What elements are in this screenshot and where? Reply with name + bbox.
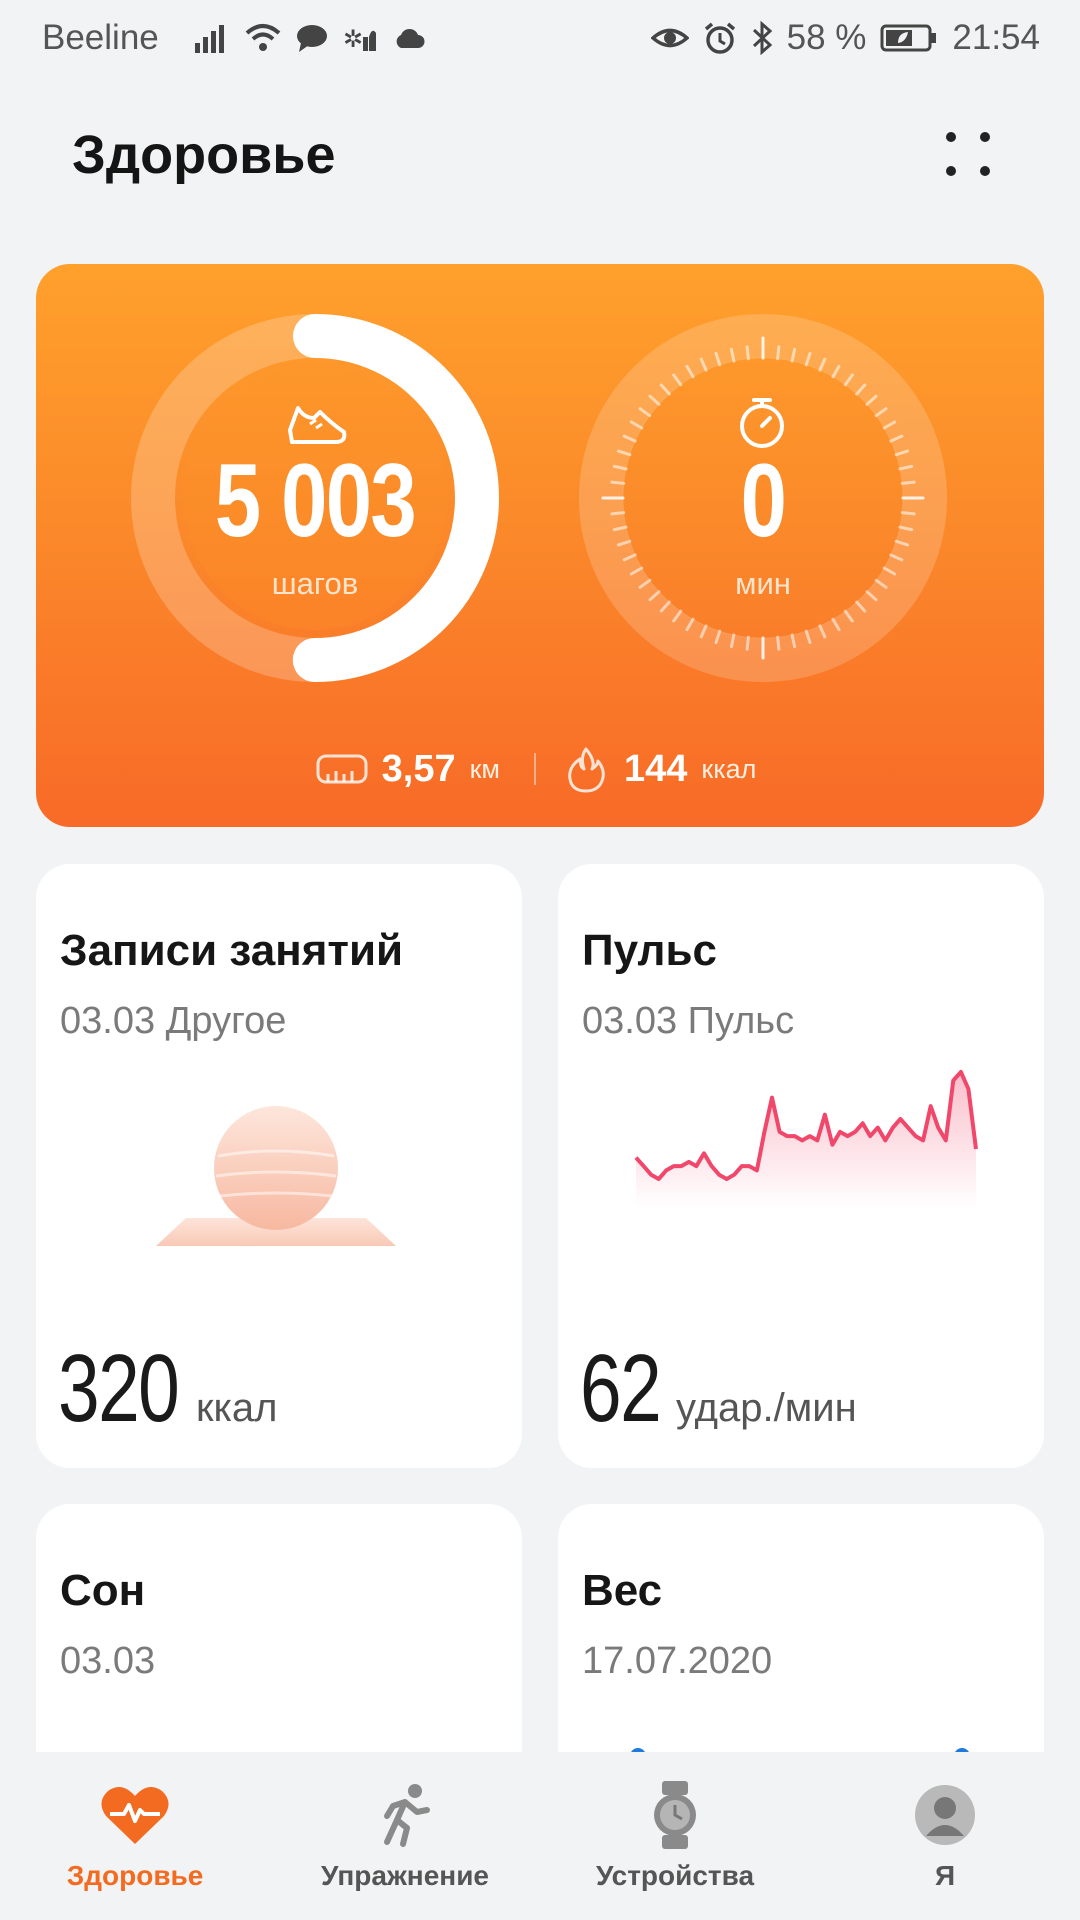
carrier-label: Beeline	[42, 18, 159, 57]
card-value: 62	[580, 1335, 662, 1442]
steps-value: 5 003	[214, 443, 417, 559]
calories-unit: ккал	[701, 753, 757, 784]
nav-label: Здоровье	[66, 1860, 204, 1891]
flame-icon	[568, 747, 605, 793]
steps-unit: шагов	[271, 566, 359, 601]
eye-icon	[650, 23, 689, 53]
more-options-button[interactable]	[938, 130, 998, 190]
heart-rate-card[interactable]: Пульс 03.03 Пульс 62 удар./мин	[558, 864, 1044, 1468]
card-subtitle: 03.03	[60, 1640, 156, 1682]
clock-time: 21:54	[952, 18, 1040, 57]
message-icon	[295, 23, 329, 53]
running-person-icon	[370, 1780, 440, 1850]
bottom-navigation: Здоровье Упражнение Устройства Я	[0, 1752, 1080, 1920]
nav-item-health[interactable]: Здоровье	[0, 1752, 270, 1920]
alarm-icon	[703, 21, 737, 55]
battery-icon	[880, 23, 938, 53]
wifi-icon	[245, 23, 281, 53]
smartwatch-icon	[640, 1780, 710, 1850]
nav-item-exercise[interactable]: Упражнение	[270, 1752, 540, 1920]
profile-avatar-icon	[910, 1780, 980, 1850]
dial-tick	[776, 635, 781, 651]
card-subtitle: 03.03 Пульс	[582, 1000, 795, 1042]
nav-item-devices[interactable]: Устройства	[540, 1752, 810, 1920]
distance-unit: км	[469, 753, 500, 784]
card-title: Пульс	[582, 926, 717, 975]
card-unit: удар./мин	[676, 1386, 857, 1430]
battery-percent: 58 %	[786, 18, 867, 57]
card-unit: ккал	[196, 1386, 278, 1430]
signal-icon	[194, 23, 231, 53]
dial-tick	[900, 480, 916, 485]
dial-tick	[776, 345, 781, 361]
card-title: Сон	[60, 1566, 146, 1615]
card-subtitle: 17.07.2020	[582, 1640, 773, 1682]
card-title: Вес	[582, 1566, 663, 1615]
dial-tick	[610, 480, 626, 485]
bluetooth-icon	[751, 21, 773, 55]
nav-label: Упражнение	[321, 1860, 489, 1891]
page-title: Здоровье	[72, 125, 336, 185]
ruler-icon	[316, 754, 368, 784]
active-minutes-value: 0	[740, 443, 787, 559]
active-minutes-unit: мин	[735, 566, 791, 601]
workout-records-card[interactable]: Записи занятий 03.03 Другое 320 ккал	[36, 864, 522, 1468]
activity-summary-card[interactable]: 5 003 шагов 0 мин 3,57 км 144 ккал	[36, 264, 1044, 827]
svg-text:✲: ✲	[343, 25, 363, 53]
dial-tick	[900, 511, 916, 516]
card-subtitle: 03.03 Другое	[60, 1000, 287, 1042]
activity-stats-row: 3,57 км 144 ккал	[36, 734, 1044, 804]
app-notification-icon: ✲	[343, 23, 379, 53]
stats-divider	[533, 753, 536, 785]
dial-tick	[610, 511, 626, 516]
calories-value: 144	[623, 747, 688, 790]
status-bar: Beeline ✲ 58 % 21:54	[0, 0, 1080, 76]
exercise-ball-illustration	[156, 1106, 396, 1246]
heart-pulse-icon	[100, 1780, 170, 1850]
nav-label: Я	[934, 1860, 956, 1891]
nav-item-me[interactable]: Я	[810, 1752, 1080, 1920]
nav-label: Устройства	[595, 1860, 755, 1891]
dial-tick	[745, 635, 750, 651]
distance-value: 3,57	[381, 747, 456, 790]
dial-tick	[745, 345, 750, 361]
card-value: 320	[58, 1335, 180, 1442]
cloud-icon	[393, 26, 427, 50]
heart-rate-chart	[634, 1069, 978, 1209]
card-title: Записи занятий	[60, 926, 404, 975]
